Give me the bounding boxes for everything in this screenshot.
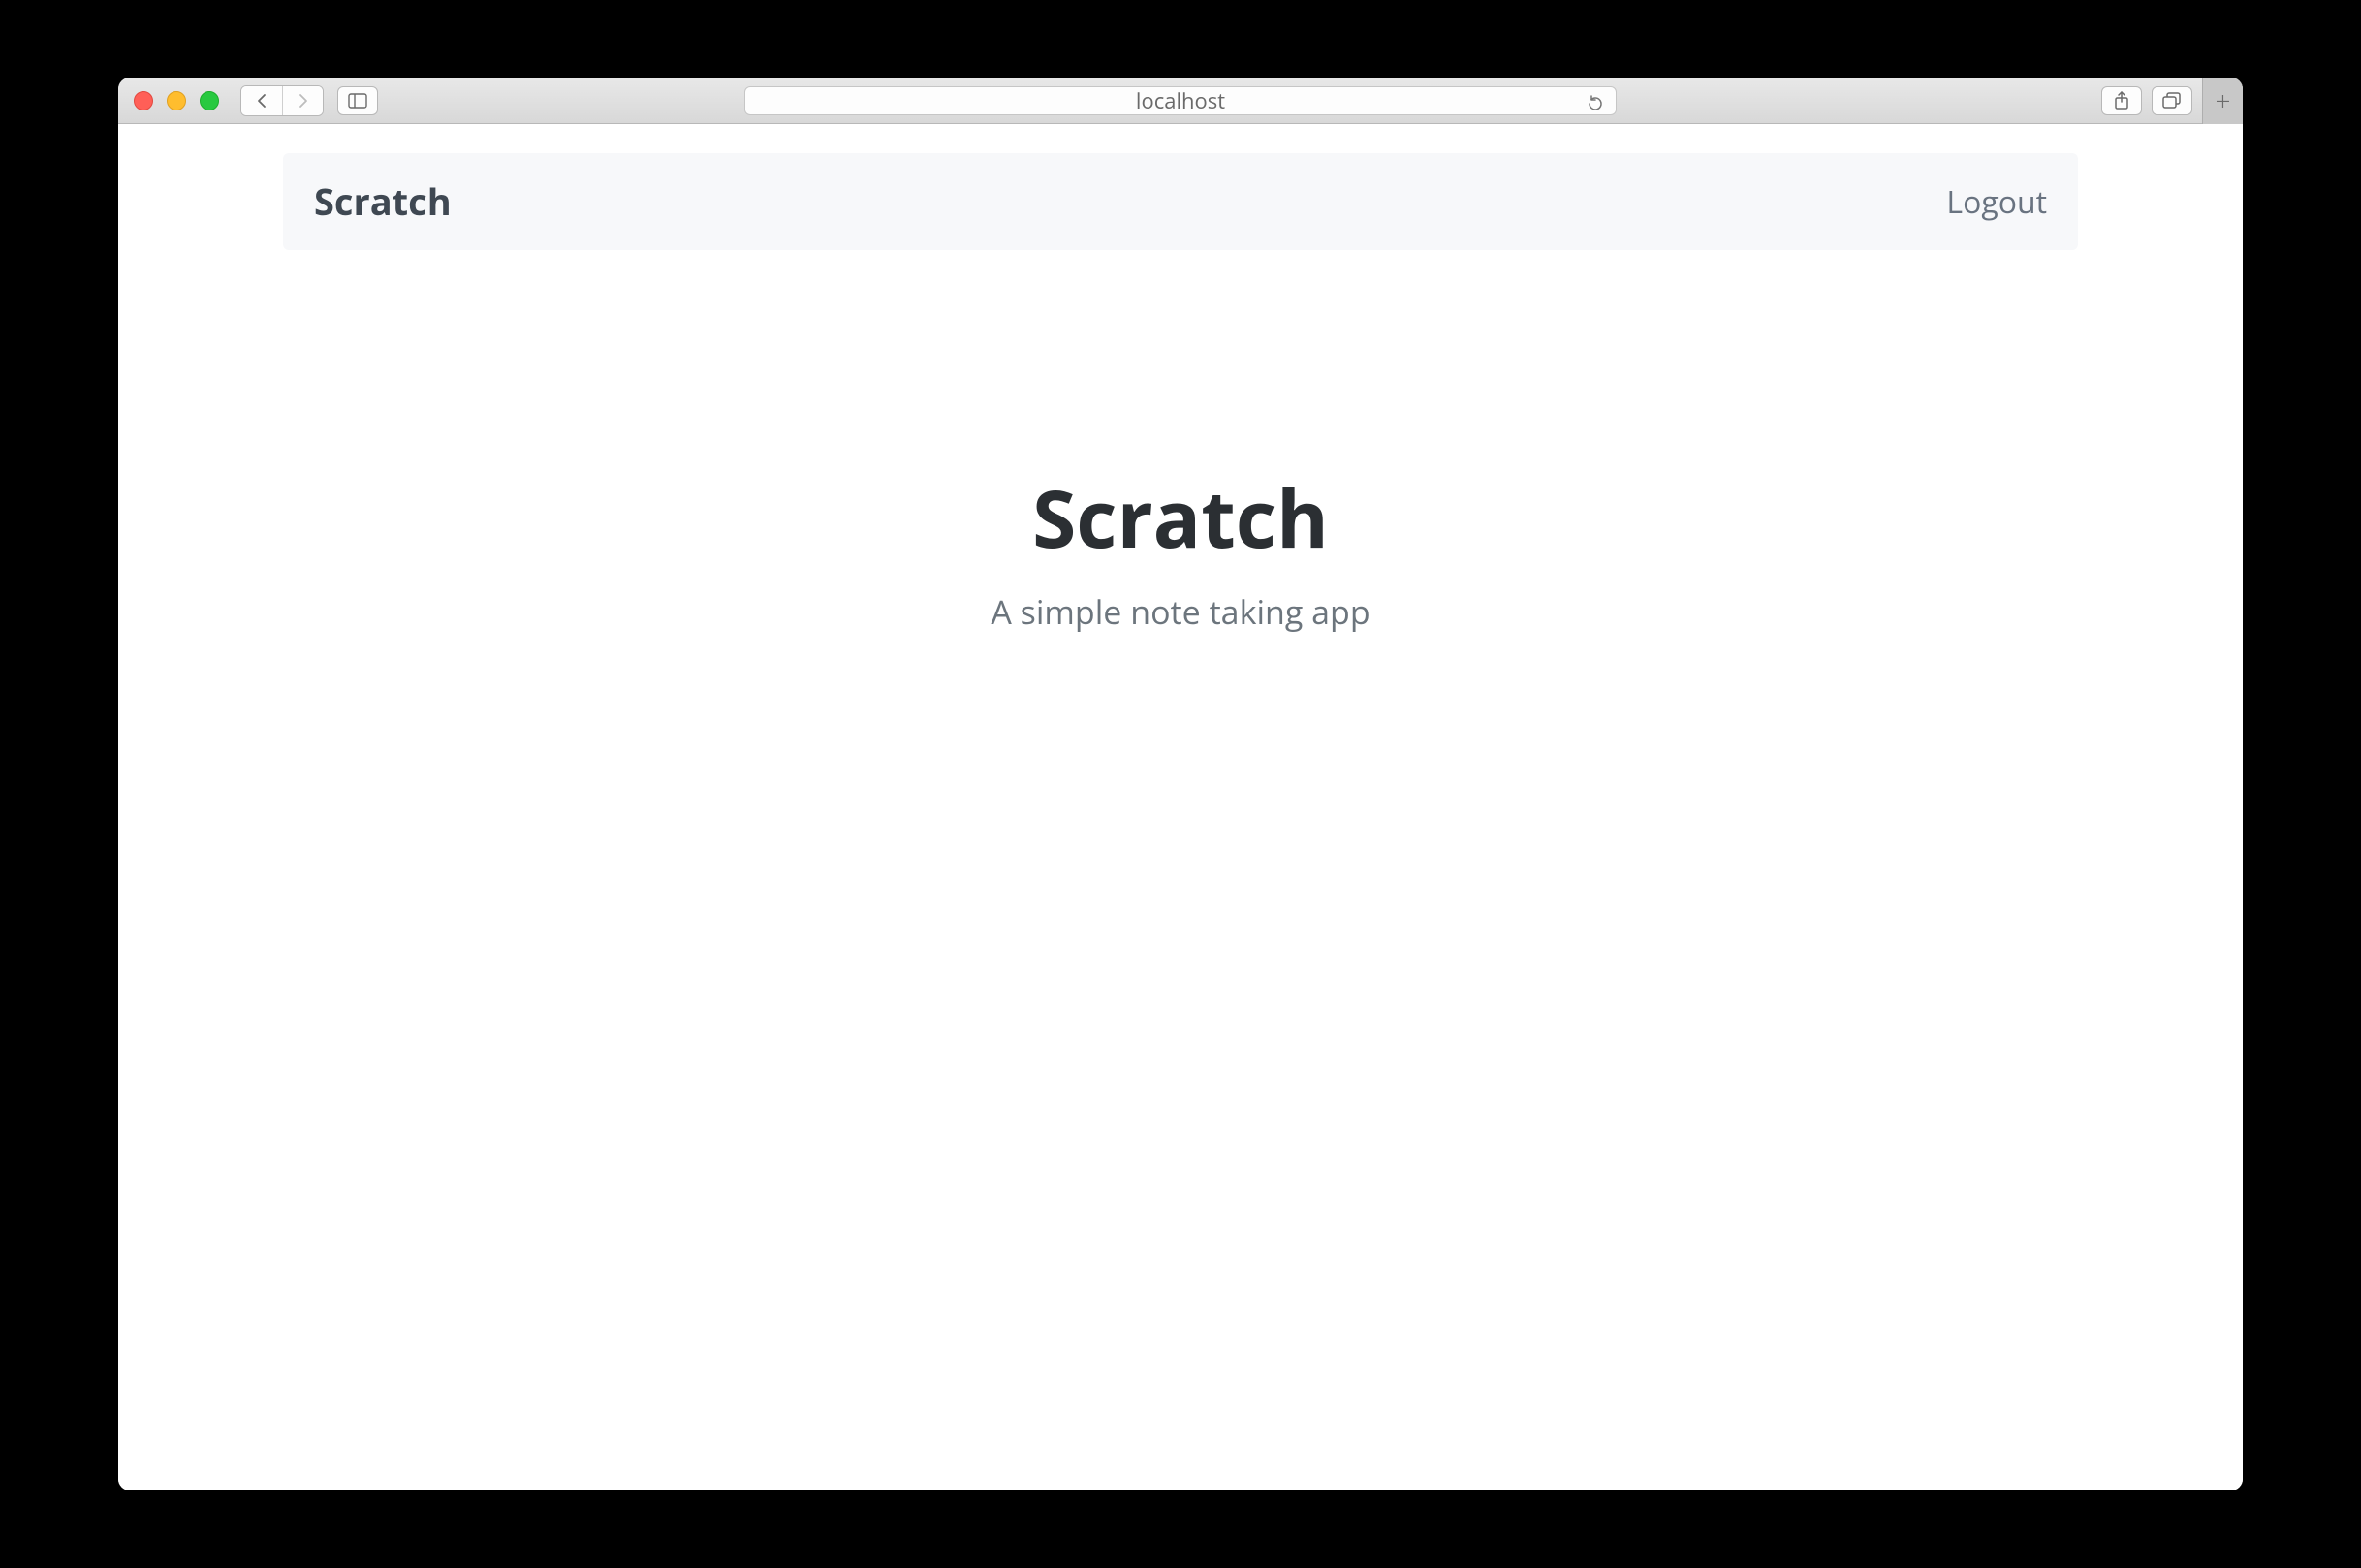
url-text: localhost [1136, 86, 1225, 115]
reload-button[interactable] [1587, 91, 1604, 120]
plus-icon: + [2216, 82, 2231, 119]
page-content: Scratch Logout Scratch A simple note tak… [118, 124, 2243, 1490]
hero-title: Scratch [283, 463, 2078, 572]
toolbar-right: + [2101, 78, 2227, 124]
hero-subtitle: A simple note taking app [283, 589, 2078, 634]
sidebar-toggle-button[interactable] [337, 86, 378, 115]
back-button[interactable] [241, 86, 282, 115]
chevron-left-icon [255, 93, 268, 109]
browser-window: localhost [118, 78, 2243, 1490]
app-navbar: Scratch Logout [283, 153, 2078, 250]
address-bar[interactable]: localhost [744, 86, 1617, 115]
window-maximize-button[interactable] [200, 91, 219, 110]
window-controls [134, 91, 219, 110]
tabs-icon [2162, 92, 2182, 110]
brand-link[interactable]: Scratch [314, 176, 452, 227]
browser-title-bar: localhost [118, 78, 2243, 124]
tabs-button[interactable] [2152, 86, 2192, 115]
share-button[interactable] [2101, 86, 2142, 115]
reload-icon [1587, 94, 1604, 113]
window-close-button[interactable] [134, 91, 153, 110]
navigation-buttons [240, 85, 324, 116]
logout-link[interactable]: Logout [1946, 181, 2047, 223]
sidebar-icon [348, 93, 367, 109]
hero-section: Scratch A simple note taking app [283, 463, 2078, 634]
window-minimize-button[interactable] [167, 91, 186, 110]
forward-button[interactable] [282, 86, 323, 115]
new-tab-button[interactable]: + [2202, 78, 2243, 124]
chevron-right-icon [297, 93, 310, 109]
share-icon [2114, 91, 2129, 110]
